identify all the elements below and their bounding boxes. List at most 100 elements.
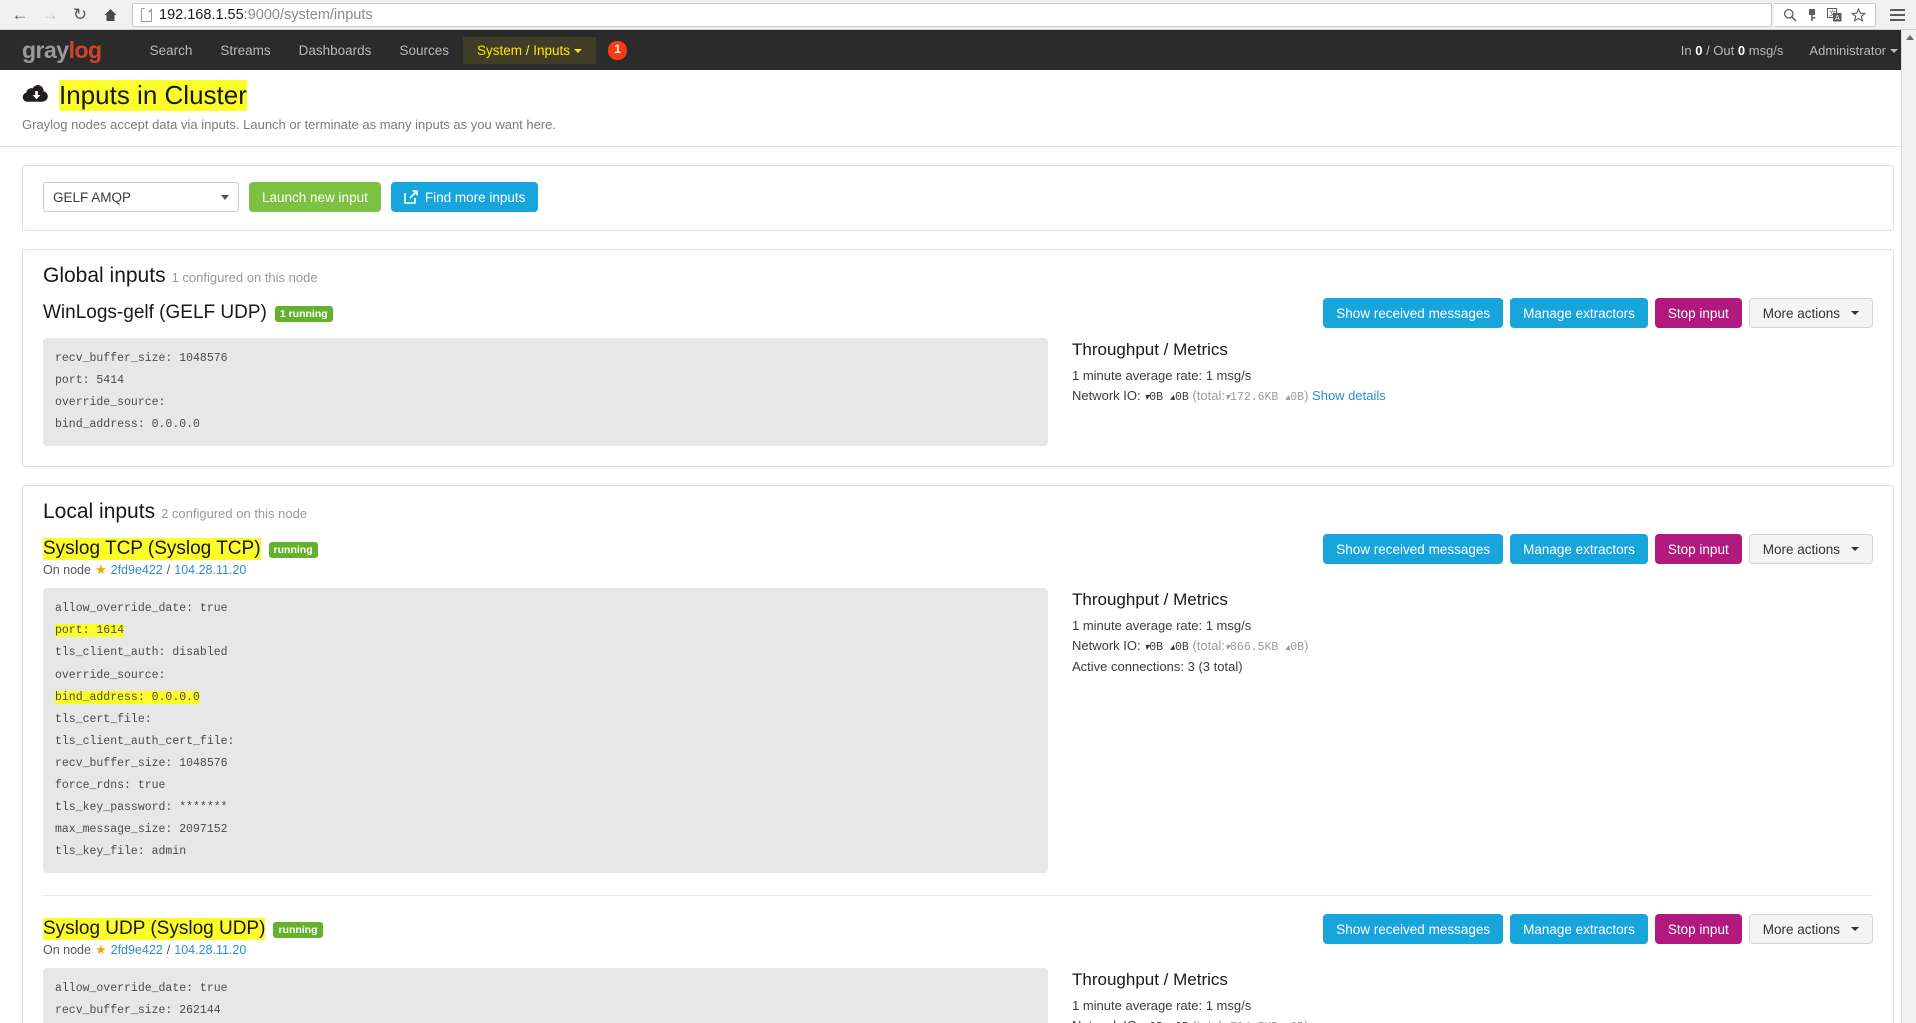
more-actions-button[interactable]: More actions [1748,914,1873,945]
config-line: bind_address: 0.0.0.0 [55,690,200,704]
notification-badge[interactable]: 1 [608,40,628,60]
input-body-syslog-udp: allow_override_date: true recv_buffer_siz… [43,968,1873,1023]
node-id-link[interactable]: 2fd9e422 [111,943,163,957]
manage-extractors-button[interactable]: Manage extractors [1510,298,1648,328]
input-config-winlogs-gelf: recv_buffer_size: 1048576 port: 5414 overr… [43,338,1048,447]
more-actions-button[interactable]: More actions [1748,534,1873,565]
stop-input-button[interactable]: Stop input [1654,534,1742,565]
metrics-network-io: Network IO: 0B 0B (total:172.6KB 0B) Sho… [1072,386,1873,406]
input-block-winlogs-gelf: Show received messages Manage extractors… [43,298,1873,447]
config-line: max_message_size: 2097152 [55,823,228,837]
graylog-logo[interactable]: graylog [22,37,102,64]
show-details-link[interactable]: Show details [1312,388,1386,403]
metrics-rate: 1 minute average rate: 1 msg/s [1072,998,1252,1014]
more-actions-label: More actions [1762,541,1840,557]
config-line: tls_key_password: ******* [55,801,228,815]
input-config-syslog-udp: allow_override_date: true recv_buffer_siz… [43,968,1048,1023]
nav-item-dashboards[interactable]: Dashboards [285,37,386,64]
stop-input-button[interactable]: Stop input [1654,298,1742,328]
input-actions-syslog-udp: Show received messages Manage extractors… [1323,914,1873,945]
home-icon[interactable] [96,2,124,28]
global-inputs-heading-text: Global inputs [43,264,166,287]
input-type-select[interactable]: GELF AMQP [43,182,239,212]
external-link-icon [404,190,418,204]
metrics-network-io: Network IO: 0B 0B (total:866.5KB 0B) [1072,636,1873,656]
manage-extractors-button[interactable]: Manage extractors [1510,534,1648,565]
svg-text:A: A [1835,15,1840,22]
find-more-inputs-label: Find more inputs [424,189,526,205]
local-inputs-heading-text: Local inputs [43,500,156,524]
show-received-messages-button[interactable]: Show received messages [1323,914,1504,945]
config-line: port: 5414 [55,374,125,388]
node-id-link[interactable]: 2fd9e422 [111,563,163,577]
back-arrow-icon[interactable]: ← [6,2,34,28]
more-actions-label: More actions [1762,921,1840,937]
stop-input-button[interactable]: Stop input [1654,914,1742,945]
forward-arrow-icon[interactable]: → [36,2,64,28]
page-document-icon [141,7,152,22]
input-metrics-winlogs-gelf: Throughput / Metrics 1 minute average ra… [1072,338,1873,406]
url-text: 192.168.1.55:9000/system/inputs [159,7,373,23]
input-body-winlogs-gelf: recv_buffer_size: 1048576 port: 5414 overr… [43,338,1873,447]
page-content: GELF AMQP Launch new input Find more inp… [0,165,1916,1023]
more-actions-button[interactable]: More actions [1748,298,1873,328]
nav-item-search[interactable]: Search [136,37,207,64]
local-inputs-section: Local inputs 2 configured on this node Sh… [22,485,1894,1023]
chevron-down-icon [221,194,229,200]
nav-item-system-inputs-label: System / Inputs [476,42,571,58]
address-bar[interactable]: 192.168.1.55:9000/system/inputs [132,2,1772,27]
input-actions-winlogs-gelf: Show received messages Manage extractors… [1323,298,1873,328]
nav-item-sources[interactable]: Sources [385,37,463,64]
url-host: 192.168.1.55 [159,6,244,23]
node-ip-link[interactable]: 104.28.11.20 [174,563,246,577]
config-line: tls_cert_file: [55,712,152,726]
reload-icon[interactable]: ↻ [66,2,94,28]
input-block-syslog-udp: Show received messages Manage extractors… [43,914,1873,1023]
input-node-info-syslog-tcp: On node ★ 2fd9e422 / 104.28.11.20 [43,562,247,578]
scroll-up-arrow-icon[interactable] [1902,30,1916,45]
config-line: allow_override_date: true [55,982,228,996]
find-more-inputs-button[interactable]: Find more inputs [390,182,539,212]
cloud-download-icon [22,80,49,111]
metrics-heading: Throughput / Metrics [1072,590,1228,610]
show-received-messages-button[interactable]: Show received messages [1323,298,1504,328]
input-actions-syslog-tcp: Show received messages Manage extractors… [1323,534,1873,565]
page-subtitle: Graylog nodes accept data via inputs. La… [22,117,557,132]
nav-item-streams[interactable]: Streams [206,37,284,64]
chevron-down-icon [1851,547,1859,552]
metrics-heading: Throughput / Metrics [1072,970,1228,990]
user-menu[interactable]: Administrator [1809,43,1898,58]
page-scrollbar[interactable] [1901,30,1916,1023]
key-icon[interactable] [1806,8,1818,22]
chevron-down-icon [1890,49,1898,54]
input-metrics-syslog-udp: Throughput / Metrics 1 minute average ra… [1072,968,1873,1023]
show-received-messages-button[interactable]: Show received messages [1323,534,1504,565]
nav-links: Search Streams Dashboards Sources System… [136,36,628,64]
node-ip-link[interactable]: 104.28.11.20 [174,943,246,957]
nav-item-system-inputs[interactable]: System / Inputs [462,36,597,64]
navbar-right: In 0 / Out 0 msg/s Administrator [1681,43,1898,58]
hamburger-menu-icon[interactable] [1884,2,1910,28]
config-line: force_rdns: true [55,778,166,792]
manage-extractors-button[interactable]: Manage extractors [1510,914,1648,945]
graylog-navbar: graylog Search Streams Dashboards Source… [0,30,1916,70]
input-config-syslog-tcp: allow_override_date: true port: 1614 tls_c… [43,588,1048,874]
input-name: WinLogs-gelf (GELF UDP) [43,302,267,323]
input-body-syslog-tcp: allow_override_date: true port: 1614 tls_c… [43,588,1873,874]
input-name: Syslog TCP (Syslog TCP) [43,538,261,561]
config-line: bind_address: 0.0.0.0 [55,418,200,432]
more-actions-label: More actions [1762,305,1840,321]
launch-new-input-button[interactable]: Launch new input [249,182,381,212]
page-title: Inputs in Cluster [22,80,1894,111]
config-line: tls_client_auth_cert_file: [55,734,235,748]
global-inputs-section: Global inputs 1 configured on this node S… [22,249,1894,468]
chevron-down-icon [1851,927,1859,932]
config-line: recv_buffer_size: 262144 [55,1004,221,1018]
launch-new-input-label: Launch new input [262,189,368,205]
user-menu-label: Administrator [1809,42,1886,58]
search-icon[interactable] [1783,8,1797,22]
launch-toolbar: GELF AMQP Launch new input Find more inp… [43,182,1873,212]
bookmark-star-icon[interactable] [1851,7,1866,22]
translate-icon[interactable]: 文A [1827,7,1842,22]
throughput-indicator: In 0 / Out 0 msg/s [1680,42,1784,58]
